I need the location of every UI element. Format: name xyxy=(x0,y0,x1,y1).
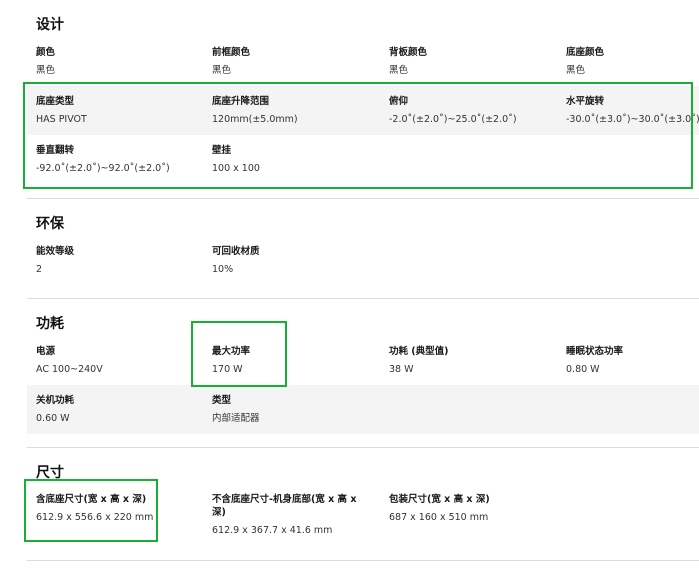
spec-typical-power: 功耗 (典型值) 38 W xyxy=(389,345,449,376)
spec-off-power: 关机功耗 0.60 W xyxy=(36,394,74,425)
row-band xyxy=(27,385,699,434)
spec-label: 可回收材质 xyxy=(212,246,260,257)
highlight-box xyxy=(191,321,287,387)
spec-label: 底座颜色 xyxy=(566,47,605,58)
spec-label: 包装尺寸(宽 x 高 x 深) xyxy=(389,494,490,505)
section-title-power: 功耗 xyxy=(36,316,64,332)
spec-package-size: 包装尺寸(宽 x 高 x 深) 687 x 160 x 510 mm xyxy=(389,493,490,524)
spec-size-without-stand: 不含底座尺寸-机身底部(宽 x 高 x 深) 612.9 x 367.7 x 4… xyxy=(212,493,372,537)
section-divider xyxy=(27,198,699,199)
spec-color: 颜色 黑色 xyxy=(36,46,55,77)
spec-value: AC 100~240V xyxy=(36,364,103,375)
highlight-box xyxy=(24,479,158,542)
spec-label: 不含底座尺寸-机身底部(宽 x 高 x 深) xyxy=(212,494,357,518)
spec-label: 能效等级 xyxy=(36,246,75,257)
section-divider xyxy=(27,447,699,448)
spec-value: 612.9 x 367.7 x 41.6 mm xyxy=(212,525,333,536)
spec-label: 前框颜色 xyxy=(212,47,251,58)
spec-bezel-color: 前框颜色 黑色 xyxy=(212,46,250,77)
spec-value: 黑色 xyxy=(566,65,586,76)
spec-adapter-type: 类型 内部适配器 xyxy=(212,394,260,425)
spec-label: 类型 xyxy=(212,395,232,406)
spec-value: 黑色 xyxy=(212,65,232,76)
spec-energy-class: 能效等级 2 xyxy=(36,245,74,276)
spec-label: 电源 xyxy=(36,346,56,357)
spec-label: 背板颜色 xyxy=(389,47,428,58)
spec-value: 内部适配器 xyxy=(212,413,260,424)
spec-label: 关机功耗 xyxy=(36,395,75,406)
spec-power-supply: 电源 AC 100~240V xyxy=(36,345,103,376)
spec-value: 10% xyxy=(212,264,234,275)
spec-label: 功耗 (典型值) xyxy=(389,346,449,357)
spec-value: 黑色 xyxy=(389,65,409,76)
section-divider xyxy=(27,298,699,299)
spec-sleep-power: 睡眠状态功率 0.80 W xyxy=(566,345,623,376)
highlight-box xyxy=(23,82,693,189)
spec-value: 黑色 xyxy=(36,65,56,76)
spec-value: 2 xyxy=(36,264,43,275)
section-divider xyxy=(27,560,699,561)
spec-back-color: 背板颜色 黑色 xyxy=(389,46,427,77)
spec-value: 687 x 160 x 510 mm xyxy=(389,512,489,523)
spec-stand-color: 底座颜色 黑色 xyxy=(566,46,604,77)
section-title-design: 设计 xyxy=(36,17,64,33)
spec-label: 睡眠状态功率 xyxy=(566,346,624,357)
spec-value: 0.60 W xyxy=(36,413,70,424)
section-title-eco: 环保 xyxy=(36,216,64,232)
spec-value: 0.80 W xyxy=(566,364,600,375)
spec-recycled-material: 可回收材质 10% xyxy=(212,245,260,276)
spec-label: 颜色 xyxy=(36,47,56,58)
spec-value: 38 W xyxy=(389,364,414,375)
